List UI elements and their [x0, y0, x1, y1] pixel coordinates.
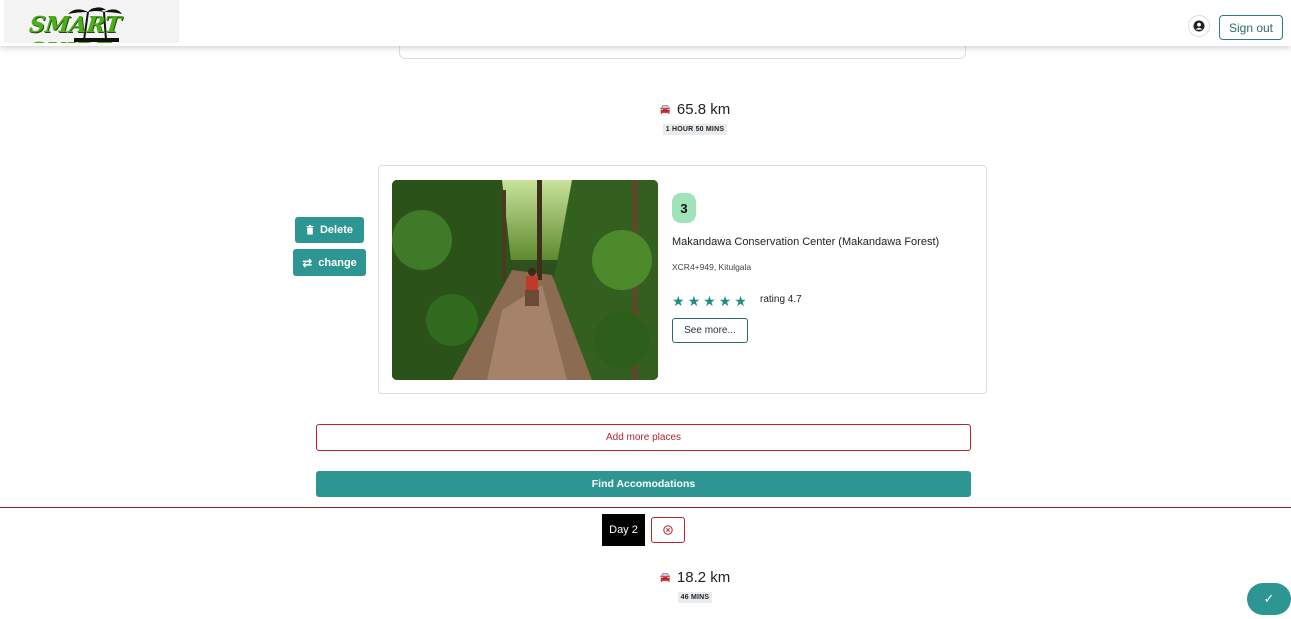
route-distance: 65.8 km — [676, 101, 731, 118]
star-icon: ★ — [687, 293, 701, 309]
delete-label: Delete — [319, 224, 354, 236]
star-icon: ★ — [672, 293, 685, 309]
place-order-badge: 3 — [672, 193, 696, 223]
sign-out-button[interactable]: Sign out — [1219, 15, 1283, 40]
smart-guide-logo[interactable]: SMART GUIDE — [4, 0, 179, 43]
half-star-icon: ★ — [734, 293, 746, 309]
day-divider — [0, 507, 1291, 508]
star-icon: ★ — [718, 293, 732, 309]
remove-day-button[interactable] — [651, 517, 685, 543]
rating-stars: ★ ★ ★ ★ ★ — [672, 293, 745, 310]
find-accommodations-button[interactable]: Find Accomodations — [316, 471, 971, 497]
rating-text: rating 4.7 — [760, 294, 802, 305]
close-circle-icon — [663, 525, 673, 535]
swap-icon: ⇄ — [302, 255, 313, 270]
place-name: Makandawa Conservation Center (Makandawa… — [672, 236, 940, 248]
add-more-places-button[interactable]: Add more places — [316, 424, 971, 451]
day-label: Day 2 — [602, 514, 645, 546]
check-icon: ✓ — [1263, 591, 1275, 606]
see-more-button[interactable]: See more... — [672, 318, 748, 343]
top-navbar: SMART GUIDE Sign out — [0, 0, 1291, 46]
car-icon: 🚘 — [659, 104, 671, 114]
delete-place-button[interactable]: Delete — [295, 217, 364, 243]
change-label: change — [318, 256, 357, 269]
place-photo[interactable] — [392, 180, 658, 380]
user-circle-icon[interactable] — [1188, 15, 1210, 37]
route-duration-badge: 1 HOUR 50 MINS — [662, 124, 728, 135]
route-duration-badge: 46 MINS — [677, 592, 713, 603]
route-distance: 18.2 km — [676, 569, 731, 586]
change-place-button[interactable]: ⇄ change — [293, 249, 366, 276]
place-address: XCR4+949, Kitulgala — [672, 262, 752, 272]
logo-text: SMART GUIDE — [25, 12, 123, 43]
star-icon: ★ — [703, 293, 716, 309]
place-card: 3 Makandawa Conservation Center (Makanda… — [378, 165, 987, 394]
route-distance-block: 🚘 65.8 km 1 HOUR 50 MINS — [600, 101, 790, 136]
trash-icon — [306, 225, 314, 235]
car-icon: 🚘 — [659, 572, 671, 582]
route-distance-block: 🚘 18.2 km 46 MINS — [600, 569, 790, 604]
confirm-fab-button[interactable]: ✓ — [1247, 583, 1291, 615]
